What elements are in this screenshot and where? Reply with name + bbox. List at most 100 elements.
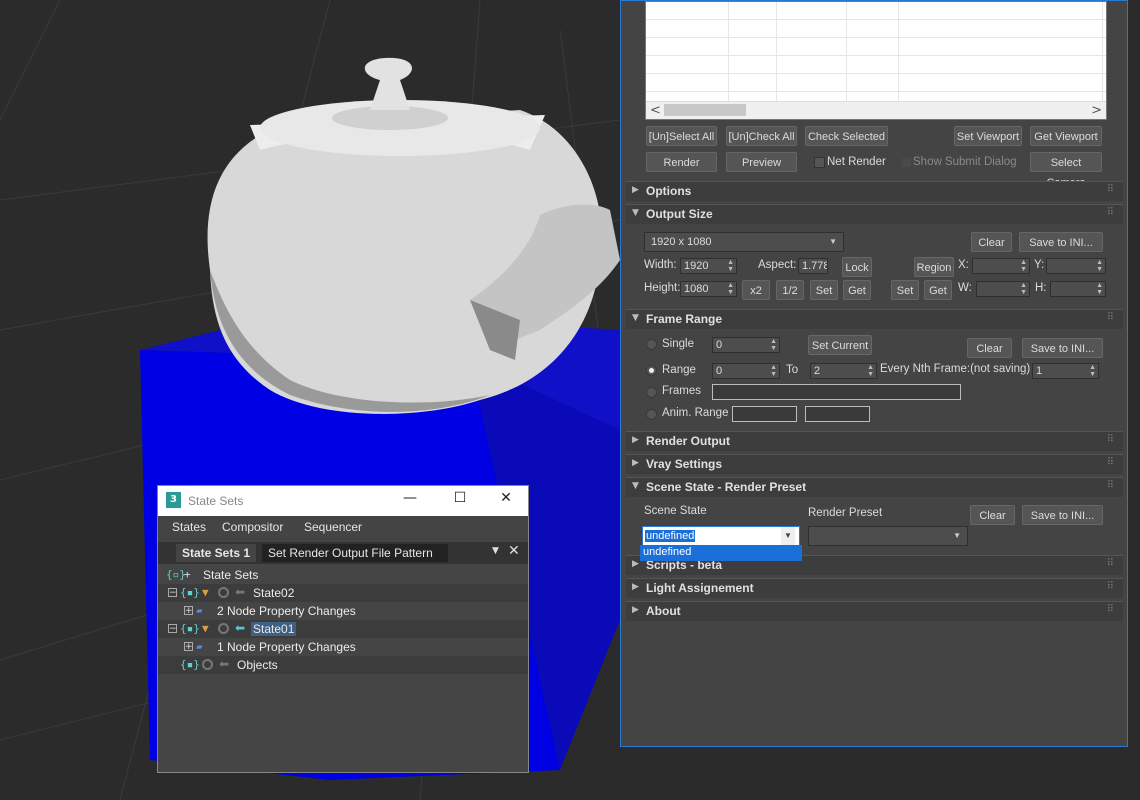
minimize-icon[interactable]: —	[390, 490, 430, 506]
half-button[interactable]: 1/2	[776, 280, 804, 300]
record-icon[interactable]	[218, 587, 229, 598]
state-set-icon: {▫}	[166, 568, 186, 581]
y-spinner[interactable]: ▲ ▼	[1046, 258, 1106, 274]
maximize-icon[interactable]: ☐	[440, 490, 480, 506]
render-button[interactable]: Render	[646, 152, 717, 172]
output-save-ini-button[interactable]: Save to INI...	[1019, 232, 1103, 252]
job-table[interactable]: < >	[645, 1, 1107, 120]
section-scene-state[interactable]: ▼ Scene State - Render Preset ⠿	[626, 477, 1123, 497]
expand-icon[interactable]: +	[184, 606, 193, 616]
y-label: Y:	[1034, 259, 1045, 271]
get-region-button[interactable]: Get	[924, 280, 952, 300]
expand-icon[interactable]: +	[184, 642, 193, 652]
tree-row-root[interactable]: {▫} + State Sets	[158, 566, 528, 584]
scene-state-body: Scene State Render Preset Clear Save to …	[626, 497, 1123, 551]
show-submit-dialog-checkbox[interactable]	[901, 157, 912, 168]
tab-menu-icon[interactable]: ▼	[492, 546, 499, 556]
unselect-all-button[interactable]: [Un]Select All	[646, 126, 717, 146]
scene-state-option[interactable]: undefined	[640, 545, 802, 561]
net-render-checkbox[interactable]	[814, 157, 825, 168]
x-spinner[interactable]: ▲ ▼	[972, 258, 1030, 274]
tree-row-state01-changes[interactable]: + ▰ 1 Node Property Changes	[158, 638, 528, 656]
section-output-size[interactable]: ▼ Output Size ⠿	[626, 204, 1123, 224]
nth-frame-spinner[interactable]: 1 ▲ ▼	[1032, 363, 1099, 379]
x2-button[interactable]: x2	[742, 280, 770, 300]
tree-row-state02-changes[interactable]: + ▰ 2 Node Property Changes	[158, 602, 528, 620]
tab-state-sets-1[interactable]: State Sets 1	[176, 544, 257, 562]
record-icon[interactable]	[218, 623, 229, 634]
single-frame-spinner[interactable]: 0 ▲ ▼	[712, 337, 780, 353]
set-viewport-button[interactable]: Set Viewport	[954, 126, 1022, 146]
section-title: Frame Range	[646, 312, 723, 326]
resolution-preset-select[interactable]: 1920 x 1080 ▼	[644, 232, 844, 252]
tab-bar: State Sets 1 Set Render Output File Patt…	[158, 542, 528, 564]
frames-input[interactable]	[712, 384, 961, 400]
section-vray-settings[interactable]: ▶ Vray Settings ⠿	[626, 454, 1123, 474]
set-size-button[interactable]: Set	[810, 280, 838, 300]
menu-sequencer[interactable]: Sequencer	[304, 520, 362, 534]
anim-range-end-input[interactable]	[805, 406, 870, 422]
section-render-output[interactable]: ▶ Render Output ⠿	[626, 431, 1123, 451]
range-radio[interactable]	[646, 365, 657, 376]
anim-range-radio[interactable]	[646, 409, 657, 420]
horizontal-scrollbar[interactable]: < >	[646, 101, 1106, 119]
get-size-button[interactable]: Get	[843, 280, 871, 300]
close-icon[interactable]: ✕	[486, 490, 526, 506]
frame-clear-button[interactable]: Clear	[967, 338, 1012, 358]
set-region-button[interactable]: Set	[891, 280, 919, 300]
set-current-button[interactable]: Set Current	[808, 335, 872, 355]
tab-close-icon[interactable]: ✕	[508, 543, 520, 559]
width-spinner[interactable]: 1920 ▲ ▼	[680, 258, 737, 274]
check-selected-button[interactable]: Check Selected	[805, 126, 888, 146]
select-camera-button[interactable]: Select Camera	[1030, 152, 1102, 189]
frames-radio[interactable]	[646, 387, 657, 398]
range-from-spinner[interactable]: 0 ▲ ▼	[712, 363, 780, 379]
grip-icon: ⠿	[1106, 457, 1115, 468]
range-to-spinner[interactable]: 2 ▲ ▼	[810, 363, 877, 379]
scene-save-ini-button[interactable]: Save to INI...	[1022, 505, 1103, 525]
record-icon[interactable]	[202, 659, 213, 670]
uncheck-all-button[interactable]: [Un]Check All	[726, 126, 797, 146]
expand-arrow-icon: ▶	[632, 458, 639, 468]
tree-row-state02[interactable]: − {▪} ▼ ⬅ State02	[158, 584, 528, 602]
get-viewport-button[interactable]: Get Viewport	[1030, 126, 1102, 146]
w-spinner[interactable]: ▲ ▼	[976, 281, 1030, 297]
section-about[interactable]: ▶ About ⠿	[626, 601, 1123, 621]
render-preset-select[interactable]: ▼	[808, 526, 968, 546]
tree-row-state01[interactable]: − {▪} ▼ ⬅ State01	[158, 620, 528, 638]
menu-states[interactable]: States	[172, 520, 206, 534]
preview-button[interactable]: Preview	[726, 152, 797, 172]
section-light-assignment[interactable]: ▶ Light Assignement ⠿	[626, 578, 1123, 598]
height-spinner[interactable]: 1080 ▲ ▼	[680, 281, 737, 297]
tab-render-output-pattern[interactable]: Set Render Output File Pattern	[262, 544, 448, 562]
back-arrow-icon[interactable]: ⬅	[235, 621, 245, 635]
back-arrow-icon[interactable]: ⬅	[235, 585, 245, 599]
collapse-icon[interactable]: −	[168, 624, 177, 634]
scene-state-value: undefined	[645, 530, 696, 542]
menu-compositor[interactable]: Compositor	[222, 520, 283, 534]
anim-range-start-input[interactable]	[732, 406, 797, 422]
output-clear-button[interactable]: Clear	[971, 232, 1012, 252]
back-arrow-icon[interactable]: ⬅	[219, 657, 229, 671]
range-from-value: 0	[716, 365, 723, 377]
scene-clear-button[interactable]: Clear	[970, 505, 1015, 525]
scroll-right-icon[interactable]: >	[1091, 102, 1102, 119]
frame-save-ini-button[interactable]: Save to INI...	[1022, 338, 1103, 358]
frames-label: Frames	[662, 385, 701, 397]
lock-button[interactable]: Lock	[842, 257, 872, 277]
single-radio[interactable]	[646, 339, 657, 350]
scrollbar-thumb[interactable]	[664, 104, 746, 116]
tree-label: 2 Node Property Changes	[217, 604, 356, 618]
scene-state-select[interactable]: undefined ▼	[642, 526, 800, 546]
aspect-spinner[interactable]: 1.778	[798, 258, 828, 274]
section-frame-range[interactable]: ▼ Frame Range ⠿	[626, 309, 1123, 329]
tree-row-objects[interactable]: {▪} ⬅ Objects	[158, 656, 528, 674]
scroll-left-icon[interactable]: <	[650, 102, 661, 119]
section-title: Output Size	[646, 207, 713, 221]
section-title: Render Output	[646, 434, 730, 448]
h-spinner[interactable]: ▲ ▼	[1050, 281, 1106, 297]
section-options[interactable]: ▶ Options ⠿	[626, 181, 1123, 201]
window-titlebar[interactable]: 3 State Sets — ☐ ✕	[158, 486, 528, 516]
region-button[interactable]: Region	[914, 257, 954, 277]
collapse-icon[interactable]: −	[168, 588, 177, 598]
